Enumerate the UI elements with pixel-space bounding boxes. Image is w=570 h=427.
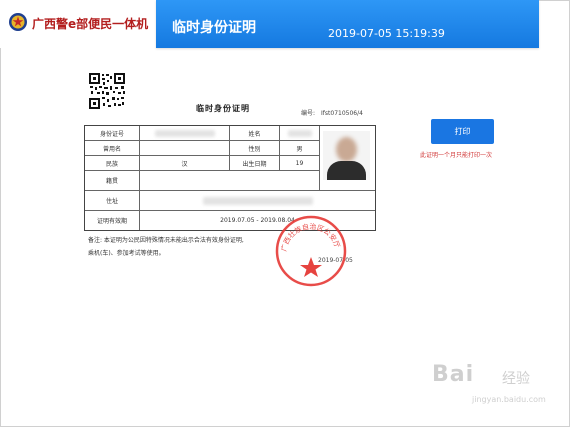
label-ethnicity: 民族 — [85, 156, 140, 171]
page-title: 临时身份证明 — [172, 20, 256, 36]
gender-value: 男 — [280, 141, 320, 156]
note-line-1: 备注: 本证明为公民因特殊情况未能出示合法有效身份证明, — [88, 237, 244, 244]
id-number-value — [140, 126, 230, 141]
document-number: 编号: Ifst0710506/4 — [301, 108, 363, 117]
document-number-value: Ifst0710506/4 — [321, 110, 363, 117]
label-gender: 性别 — [230, 141, 280, 156]
id-photo — [323, 131, 370, 180]
former-name-value — [140, 141, 230, 156]
label-birth-date: 出生日期 — [230, 156, 280, 171]
print-button[interactable]: 打印 — [431, 119, 494, 144]
birth-date-value: 19 — [280, 156, 320, 171]
ethnicity-value: 汉 — [140, 156, 230, 171]
document-title: 临时身份证明 — [196, 104, 250, 113]
watermark-url: jingyan.baidu.com — [472, 395, 546, 404]
name-value — [280, 126, 320, 141]
label-name: 姓名 — [230, 126, 280, 141]
datetime-display: 2019-07-05 15:19:39 — [328, 27, 445, 40]
police-badge-icon — [9, 13, 27, 31]
app-header: 广西警e部便民一体机 临时身份证明 2019-07-05 15:19:39 — [0, 0, 570, 48]
address-value — [140, 191, 375, 211]
brand-name: 广西警e部便民一体机 — [32, 17, 149, 31]
print-limit-note: 此证明一个月只能打印一次 — [420, 152, 493, 159]
header-bar: 临时身份证明 2019-07-05 15:19:39 — [156, 0, 539, 48]
label-address: 住址 — [85, 191, 140, 211]
label-former-name: 曾用名 — [85, 141, 140, 156]
photo-body — [327, 161, 366, 180]
label-validity: 证明有效期 — [85, 211, 140, 230]
photo-face — [336, 137, 357, 162]
watermark-logo: Bai — [432, 362, 475, 387]
brand-area: 广西警e部便民一体机 — [0, 0, 156, 48]
official-seal: 广西壮族自治区公安厅 — [275, 215, 347, 287]
watermark-suffix: 经验 — [502, 371, 530, 387]
qr-code — [88, 72, 126, 110]
document-number-label: 编号: — [301, 110, 316, 117]
label-native-place: 籍贯 — [85, 171, 140, 191]
label-id-number: 身份证号 — [85, 126, 140, 141]
native-place-value — [140, 171, 320, 191]
baidu-watermark: Bai 经验 jingyan.baidu.com — [432, 362, 552, 410]
